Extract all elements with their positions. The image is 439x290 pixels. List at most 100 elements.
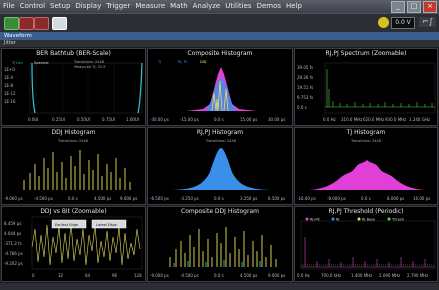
spectrum-ytick-1: 29.26 fs [297, 75, 313, 80]
bathtub-ytick-0: 1E+0 [4, 67, 15, 72]
ddj-vs-bit-plot: Earliest Edge Latest Edge 8.459 ps 4.044… [4, 216, 143, 278]
bit-xtick-0: 0 [32, 273, 35, 278]
threshold-xtick-3: 2.090 MHz [379, 273, 400, 278]
bathtub-ytick-2: 1E-8 [4, 83, 14, 88]
status-bar [0, 283, 439, 290]
bathtub-xtick-0: 0.0UI [28, 117, 38, 122]
ddj-xtick-0: -9.000 ps [4, 196, 23, 201]
ddj-xtick-4: 9.000 ps [120, 196, 137, 201]
rjpj-xtick-1: -3.250 ps [180, 196, 199, 201]
composite-xtick-0: -30.00 ps [150, 117, 169, 122]
rjpj-spectrum-title: RJ,PJ Spectrum (Zoomable) [325, 50, 407, 57]
spectrum-xtick-4: 1.240 GHz [409, 117, 430, 122]
menu-measure[interactable]: Measure [132, 0, 167, 13]
ddj-vs-bit-panel[interactable]: Earliest Edge Latest Edge 8.459 ps 4.044… [1, 206, 146, 282]
threshold-legend-rjpj: RJ+PJ [310, 218, 320, 222]
single-icon[interactable] [34, 17, 49, 30]
bathtub-ytick-1: 1E-4 [4, 75, 14, 80]
screen-capture-icon[interactable] [52, 17, 67, 30]
spectrum-ytick-2: 19.51 fs [297, 85, 313, 90]
bit-xtick-3: 96 [112, 273, 118, 278]
ddj-hist-title: DDJ Histogram [51, 129, 96, 136]
bathtub-info-0: Transitions: 2448 [73, 60, 104, 64]
rjpj-xtick-3: 3.250 ps [240, 196, 257, 201]
spectrum-ytick-0: 39.05 fs [297, 65, 313, 70]
bit-ytick-3: -4.786 ps [4, 251, 23, 256]
composite-xtick-3: 15.00 ps [240, 117, 257, 122]
menu-analyze[interactable]: Analyze [190, 0, 223, 13]
tj-xtick-1: -8.000 ps [327, 196, 346, 201]
threshold-legend-rj: RJ [336, 218, 339, 222]
rjpj-xtick-4: 6.500 ps [268, 196, 285, 201]
run-icon[interactable] [4, 17, 19, 30]
latest-edge-label: Latest Edge [96, 223, 117, 227]
cddj-xtick-0: -9.000 ps [150, 273, 169, 278]
bit-xtick-2: 64 [85, 273, 91, 278]
bathtub-title: BER Bathtub (BER-Scale) [36, 50, 111, 57]
threshold-legend-thresh: Thresh [391, 218, 404, 222]
bit-ytick-2: -371.2 fs [4, 241, 22, 246]
cddj-xtick-4: 9.000 ps [268, 273, 285, 278]
stop-icon[interactable] [19, 17, 34, 30]
rjpj-spectrum-plot: 39.05 fs 29.26 fs 19.51 fs 9.753 fs 0.0 … [297, 62, 436, 122]
cddj-xtick-2: 0.0 s [214, 273, 224, 278]
knob-icon[interactable] [378, 17, 389, 28]
voltage-readout[interactable]: 0.0 V [391, 17, 415, 29]
rjpj-spectrum-panel[interactable]: 39.05 fs 29.26 fs 19.51 fs 9.753 fs 0.0 … [294, 48, 438, 126]
ddj-xtick-2: 0.0 s [68, 196, 78, 201]
menu-display[interactable]: Display [72, 0, 103, 13]
composite-hist-panel[interactable]: TJ RJ, PJ DDJ -30.00 ps -15.00 ps 0.0 s … [147, 48, 293, 126]
rjpj-threshold-panel[interactable]: RJ+PJ RJ RJ Base Thresh 0.0 Hz 700.0 kHz… [294, 206, 438, 282]
threshold-xtick-1: 700.0 kHz [321, 273, 341, 278]
menu-help[interactable]: Help [283, 0, 304, 13]
bathtub-ytick-4: 1E-16 [4, 99, 16, 104]
composite-legend-tj: TJ [157, 60, 161, 64]
spectrum-ytick-4: 0.0 s [297, 105, 307, 110]
menu-setup[interactable]: Setup [47, 0, 72, 13]
bit-ytick-0: 8.459 ps [4, 221, 21, 226]
menu-demos[interactable]: Demos [254, 0, 283, 13]
rjpj-xtick-2: 0.0 s [214, 196, 224, 201]
composite-xtick-2: 0.0 s [214, 117, 224, 122]
bathtub-panel[interactable]: 1E+0 1E-4 1E-8 1E-12 1E-16 0.0UI 0.25UI … [1, 48, 146, 126]
ddj-xtick-3: 4.500 ps [94, 196, 111, 201]
rjpj-hist-panel[interactable]: Transitions: 2448 -6.500 ps -3.250 ps 0.… [147, 127, 293, 205]
menu-math[interactable]: Math [167, 0, 190, 13]
tj-hist-panel[interactable]: Transitions: 2448 -16.00 ps -8.000 ps 0.… [294, 127, 438, 205]
bathtub-legend-spectral: Spectral [34, 61, 48, 65]
tj-hist-plot: Transitions: 2448 -16.00 ps -8.000 ps 0.… [297, 139, 430, 201]
jitter-tab[interactable]: Jitter [0, 40, 439, 47]
ddj-hist-plot: Transitions: 2448 -9.000 ps -4.500 ps 0.… [4, 139, 137, 201]
menu-bar: File Control Setup Display Trigger Measure Mat… [0, 0, 439, 13]
composite-ddj-panel[interactable]: -9.000 ps -4.500 ps 0.0 s 4.500 ps 9.000… [147, 206, 293, 282]
minimize-button[interactable]: _ [391, 1, 405, 13]
bathtub-plot: 1E+0 1E-4 1E-8 1E-12 1E-16 0.0UI 0.25UI … [4, 60, 143, 122]
bathtub-info-1: Measured TJ: 32.9 [74, 65, 105, 69]
bit-ytick-1: 4.044 ps [4, 231, 21, 236]
composite-xtick-4: 30.00 ps [268, 117, 285, 122]
ddj-vs-bit-title: DDJ vs Bit (Zoomable) [40, 208, 107, 215]
menu-trigger[interactable]: Trigger [103, 0, 132, 13]
ddj-hist-panel[interactable]: Transitions: 2448 -9.000 ps -4.500 ps 0.… [1, 127, 146, 205]
tj-xtick-4: 16.00 ps [413, 196, 430, 201]
bathtub-xtick-2: 0.50UI [77, 117, 90, 122]
bit-xtick-4: 128 [134, 273, 142, 278]
bathtub-xtick-3: 0.75UI [102, 117, 115, 122]
maximize-button[interactable]: □ [407, 1, 421, 13]
menu-control[interactable]: Control [17, 0, 47, 13]
menu-file[interactable]: File [0, 0, 17, 13]
bathtub-xtick-4: 1.00UI [126, 117, 139, 122]
edge-trigger-icon[interactable]: ⌐∫ [419, 17, 436, 27]
composite-legend-rjpj: RJ, PJ [178, 60, 187, 64]
threshold-legend-rjbase: RJ Base [362, 218, 375, 222]
composite-hist-title: Composite Histogram [187, 50, 253, 57]
waveform-tab[interactable]: Waveform [0, 32, 439, 40]
menu-utilities[interactable]: Utilities [222, 0, 253, 13]
composite-ddj-plot: -9.000 ps -4.500 ps 0.0 s 4.500 ps 9.000… [150, 227, 285, 278]
bathtub-legend-tjlim: TJ Lim [11, 61, 23, 65]
toolbar: 0.0 V ⌐∫ [0, 13, 439, 33]
close-button[interactable]: × [423, 1, 437, 13]
spectrum-ytick-3: 9.753 fs [297, 95, 313, 100]
tj-hist-info: Transitions: 2448 [350, 139, 381, 143]
rjpj-hist-plot: Transitions: 2448 -6.500 ps -3.250 ps 0.… [150, 139, 285, 201]
